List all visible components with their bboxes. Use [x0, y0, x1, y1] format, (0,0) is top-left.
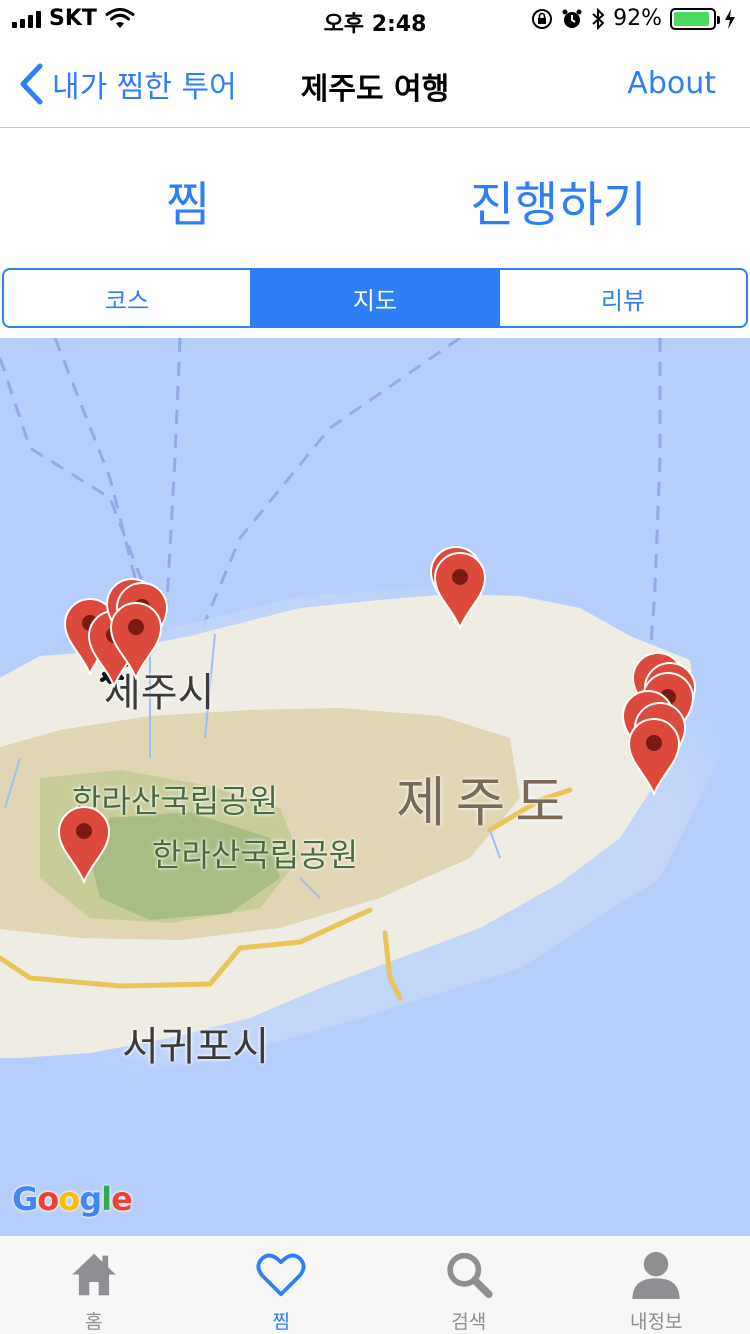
heart-icon [256, 1253, 306, 1297]
navigation-bar: 내가 찜한 투어 제주도 여행 About [0, 40, 750, 128]
map-pin-icon[interactable] [626, 716, 682, 797]
person-icon [632, 1251, 680, 1299]
alarm-icon [562, 9, 582, 28]
battery-percent: 92% [613, 6, 662, 31]
status-right: 92% [531, 6, 736, 31]
search-icon [447, 1252, 493, 1299]
home-icon [72, 1253, 116, 1296]
charging-icon [725, 8, 735, 29]
map-pin-icon[interactable] [56, 804, 112, 885]
segment-course[interactable]: 코스 [4, 270, 250, 326]
rotation-lock-icon [532, 8, 553, 29]
proceed-button[interactable]: 진행하기 [470, 165, 647, 235]
status-bar: SKT 오후 2:48 92% [0, 0, 750, 40]
tab-home-label: 홈 [85, 1311, 103, 1333]
tab-bar: 홈 찜 검색 내정보 [0, 1235, 750, 1334]
tab-search-label: 검색 [451, 1311, 487, 1333]
map-label-jeju-island: 제주도 [396, 771, 576, 834]
about-button[interactable]: About [627, 66, 716, 101]
map-view[interactable]: 제주시 한라산국립공원 한라산국립공원 제주도 서귀포시 Google [0, 338, 750, 1235]
segmented-control: 코스 지도 리뷰 [2, 268, 748, 328]
map-pin-icon[interactable] [108, 600, 164, 681]
tab-profile-label: 내정보 [630, 1311, 683, 1333]
map-pin-icon[interactable] [432, 550, 488, 631]
map-label-seogwipo: 서귀포시 [122, 1024, 270, 1070]
tab-zzim[interactable]: 찜 [188, 1236, 376, 1334]
zzim-button[interactable]: 찜 [166, 165, 210, 235]
google-logo: Google [12, 1180, 133, 1218]
action-row: 찜 진행하기 [0, 129, 750, 267]
segment-review[interactable]: 리뷰 [498, 270, 746, 326]
segment-map[interactable]: 지도 [250, 270, 498, 326]
map-label-hallasan: 한라산국립공원 [152, 836, 359, 874]
tab-profile[interactable]: 내정보 [563, 1236, 750, 1334]
tab-search[interactable]: 검색 [375, 1236, 563, 1334]
tab-home[interactable]: 홈 [0, 1236, 188, 1334]
tab-zzim-label: 찜 [272, 1311, 290, 1333]
bluetooth-icon [592, 7, 605, 30]
battery-icon [670, 7, 720, 30]
